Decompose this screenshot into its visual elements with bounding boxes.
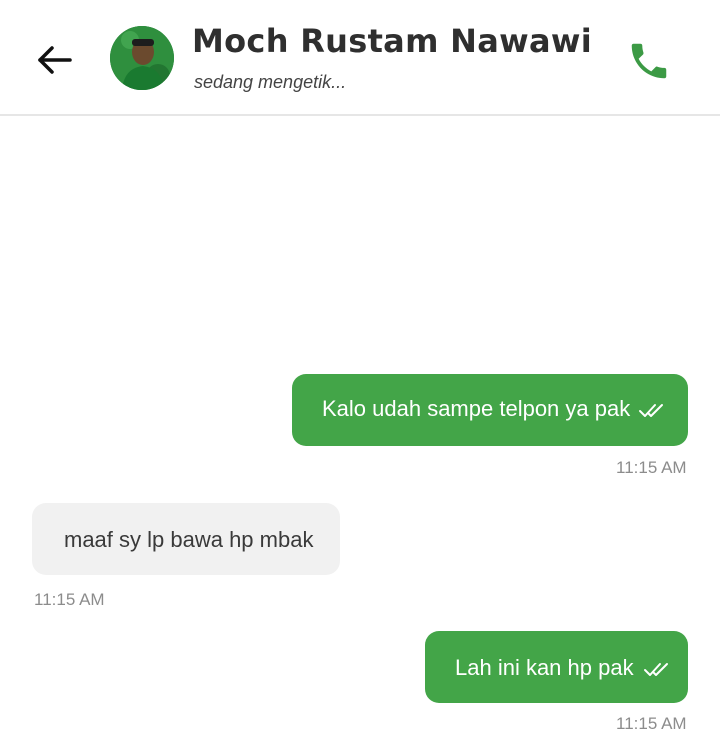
avatar[interactable] (110, 26, 174, 90)
contact-name[interactable]: Moch Rustam Nawawi (192, 22, 592, 60)
typing-status: sedang mengetik... (194, 72, 347, 92)
message-timestamp: 11:15 AM (34, 590, 105, 609)
message-bubble-incoming[interactable]: maaf sy lp bawa hp mbak (32, 503, 340, 575)
message-bubble-outgoing[interactable]: Lah ini kan hp pak (425, 631, 688, 703)
message-text: Kalo udah sampe telpon ya pak (322, 396, 631, 421)
phone-icon (631, 43, 667, 79)
contact-photo (110, 26, 174, 90)
call-button[interactable] (626, 38, 672, 84)
chat-header: Moch Rustam Nawawi sedang mengetik... (0, 0, 720, 116)
message-bubble-outgoing[interactable]: Kalo udah sampe telpon ya pak (292, 374, 688, 446)
message-timestamp: 11:15 AM (616, 458, 687, 477)
double-check-icon (639, 404, 663, 417)
message-text: maaf sy lp bawa hp mbak (64, 527, 314, 552)
back-button[interactable] (34, 40, 78, 80)
double-check-icon (644, 663, 668, 676)
message-timestamp: 11:15 AM (616, 714, 687, 733)
arrow-left-icon (38, 46, 72, 74)
message-text: Lah ini kan hp pak (455, 655, 634, 680)
